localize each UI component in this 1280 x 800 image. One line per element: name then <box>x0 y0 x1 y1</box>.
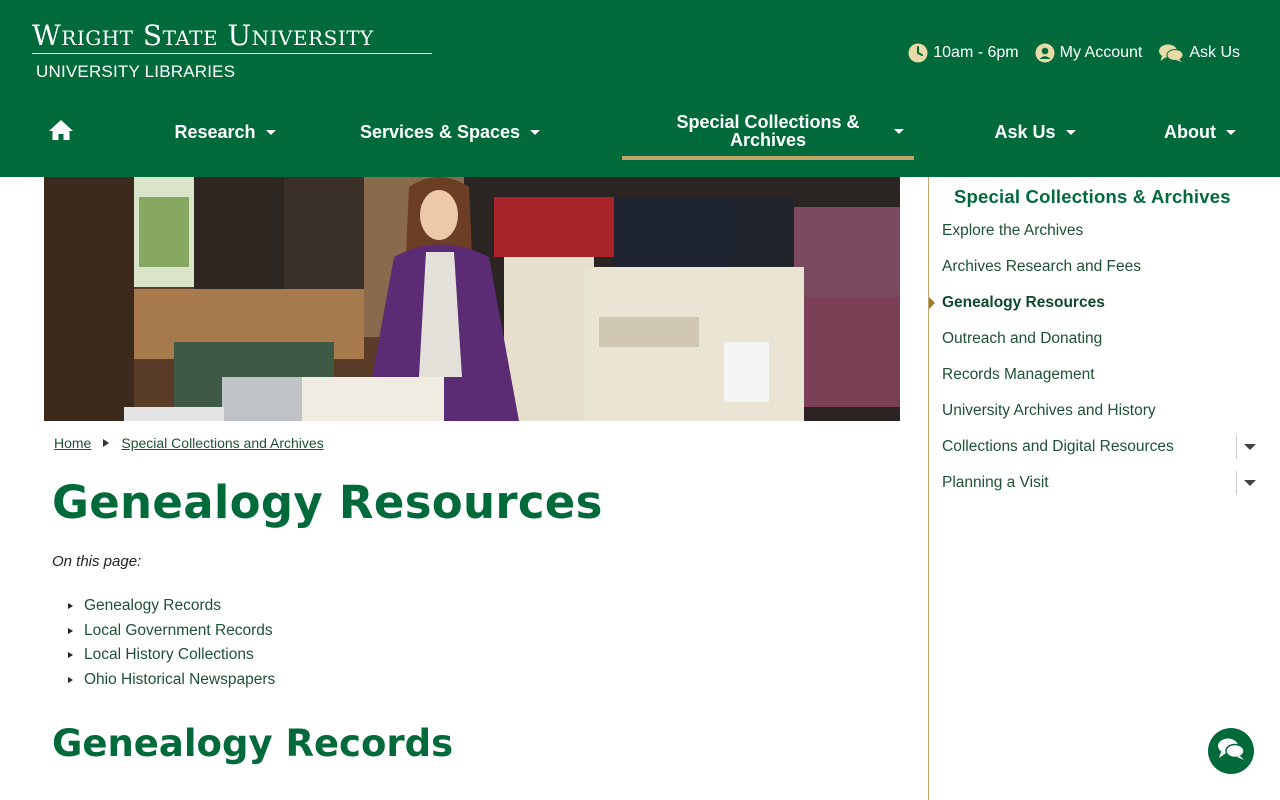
section-sidebar: Special Collections & Archives Explore t… <box>928 177 1280 800</box>
sidebar-item-genealogy-resources[interactable]: Genealogy Resources <box>929 285 1262 321</box>
sidebar-menu: Explore the Archives Archives Research a… <box>929 213 1262 501</box>
nav-research[interactable]: Research <box>160 105 290 160</box>
sidebar-item-label: Archives Research and Fees <box>942 258 1142 275</box>
toc-link-label: Ohio Historical Newspapers <box>84 670 276 688</box>
utility-bar: 10am - 6pm My Account Ask Us <box>908 43 1240 63</box>
chat-bubbles-icon <box>1216 737 1246 765</box>
sidebar-item-label: University Archives and History <box>942 402 1156 419</box>
toc-link[interactable]: Local Government Records <box>68 619 275 644</box>
hours-link[interactable]: 10am - 6pm <box>908 43 1019 63</box>
triangle-bullet-icon <box>68 603 73 610</box>
expand-toggle[interactable] <box>1236 435 1262 459</box>
toc-link[interactable]: Ohio Historical Newspapers <box>68 668 275 693</box>
breadcrumb-separator-icon <box>103 439 110 447</box>
chevron-down-icon <box>1065 130 1076 135</box>
sidebar-item-outreach-donating[interactable]: Outreach and Donating <box>942 321 1262 357</box>
triangle-bullet-icon <box>68 627 73 634</box>
nav-services-label: Services & Spaces <box>359 122 521 142</box>
sidebar-item-planning-visit[interactable]: Planning a Visit <box>942 465 1262 501</box>
nav-ask-us[interactable]: Ask Us <box>980 105 1090 160</box>
sidebar-item-label: Collections and Digital Resources <box>942 438 1174 455</box>
site-header: Wright State University UNIVERSITY LIBRA… <box>0 0 1280 177</box>
sidebar-item-research-fees[interactable]: Archives Research and Fees <box>942 249 1262 285</box>
sidebar-item-label: Planning a Visit <box>942 474 1049 491</box>
chevron-down-icon <box>265 130 276 135</box>
nav-research-label: Research <box>174 122 256 142</box>
nav-special-collections[interactable]: Special Collections & Archives <box>622 105 914 160</box>
chevron-down-icon <box>530 130 541 135</box>
toc-link-label: Genealogy Records <box>84 597 221 615</box>
page-title: Genealogy Resources <box>52 476 603 529</box>
logo-subtitle: UNIVERSITY LIBRARIES <box>36 62 236 81</box>
sidebar-item-collections-digital[interactable]: Collections and Digital Resources <box>942 429 1262 465</box>
ask-us-link[interactable]: Ask Us <box>1158 43 1240 63</box>
triangle-bullet-icon <box>68 652 73 659</box>
logo-divider <box>32 53 432 54</box>
chevron-down-icon <box>1225 130 1236 135</box>
toc-link-label: Local History Collections <box>84 646 254 664</box>
ask-us-label: Ask Us <box>1189 44 1240 61</box>
user-icon <box>1035 43 1055 63</box>
my-account-link[interactable]: My Account <box>1035 43 1143 63</box>
caret-down-icon <box>1243 480 1256 486</box>
toc-link[interactable]: Local History Collections <box>68 643 275 668</box>
chevron-down-icon <box>894 129 904 134</box>
sidebar-item-explore-archives[interactable]: Explore the Archives <box>942 213 1262 249</box>
my-account-label: My Account <box>1059 44 1143 61</box>
toc-link[interactable]: Genealogy Records <box>68 594 275 619</box>
logo-wordmark: Wright State University <box>32 19 374 52</box>
toc-link-label: Local Government Records <box>84 621 273 639</box>
nav-home[interactable] <box>40 105 82 160</box>
university-logo[interactable]: Wright State University UNIVERSITY LIBRA… <box>32 20 432 82</box>
breadcrumb-special-collections[interactable]: Special Collections and Archives <box>121 435 323 451</box>
breadcrumb: Home Special Collections and Archives <box>54 435 324 451</box>
sidebar-item-label: Outreach and Donating <box>942 330 1103 347</box>
triangle-bullet-icon <box>68 676 73 683</box>
sidebar-item-label: Genealogy Resources <box>942 294 1105 311</box>
sidebar-item-records-management[interactable]: Records Management <box>942 357 1262 393</box>
sidebar-item-label: Records Management <box>942 366 1095 383</box>
sidebar-item-label: Explore the Archives <box>942 222 1084 239</box>
nav-about[interactable]: About <box>1150 105 1250 160</box>
main-nav: Research Services & Spaces Special Colle… <box>0 105 1280 165</box>
home-icon <box>48 119 74 146</box>
hero-image <box>44 177 900 421</box>
caret-down-icon <box>1243 444 1256 450</box>
on-this-page-list: Genealogy Records Local Government Recor… <box>68 594 275 692</box>
chat-widget-button[interactable] <box>1208 728 1254 774</box>
expand-toggle[interactable] <box>1236 471 1262 495</box>
breadcrumb-home[interactable]: Home <box>54 435 91 451</box>
sidebar-item-university-archives[interactable]: University Archives and History <box>942 393 1262 429</box>
hours-label: 10am - 6pm <box>933 44 1019 61</box>
sidebar-title[interactable]: Special Collections & Archives <box>954 186 1231 208</box>
chat-icon <box>1158 43 1184 63</box>
nav-about-label: About <box>1164 122 1216 142</box>
section-heading: Genealogy Records <box>52 722 454 765</box>
clock-icon <box>908 43 928 63</box>
nav-special-label: Special Collections & Archives <box>676 111 860 150</box>
on-this-page-label: On this page: <box>52 553 142 570</box>
nav-services-spaces[interactable]: Services & Spaces <box>350 105 550 160</box>
nav-ask-label: Ask Us <box>994 122 1056 142</box>
